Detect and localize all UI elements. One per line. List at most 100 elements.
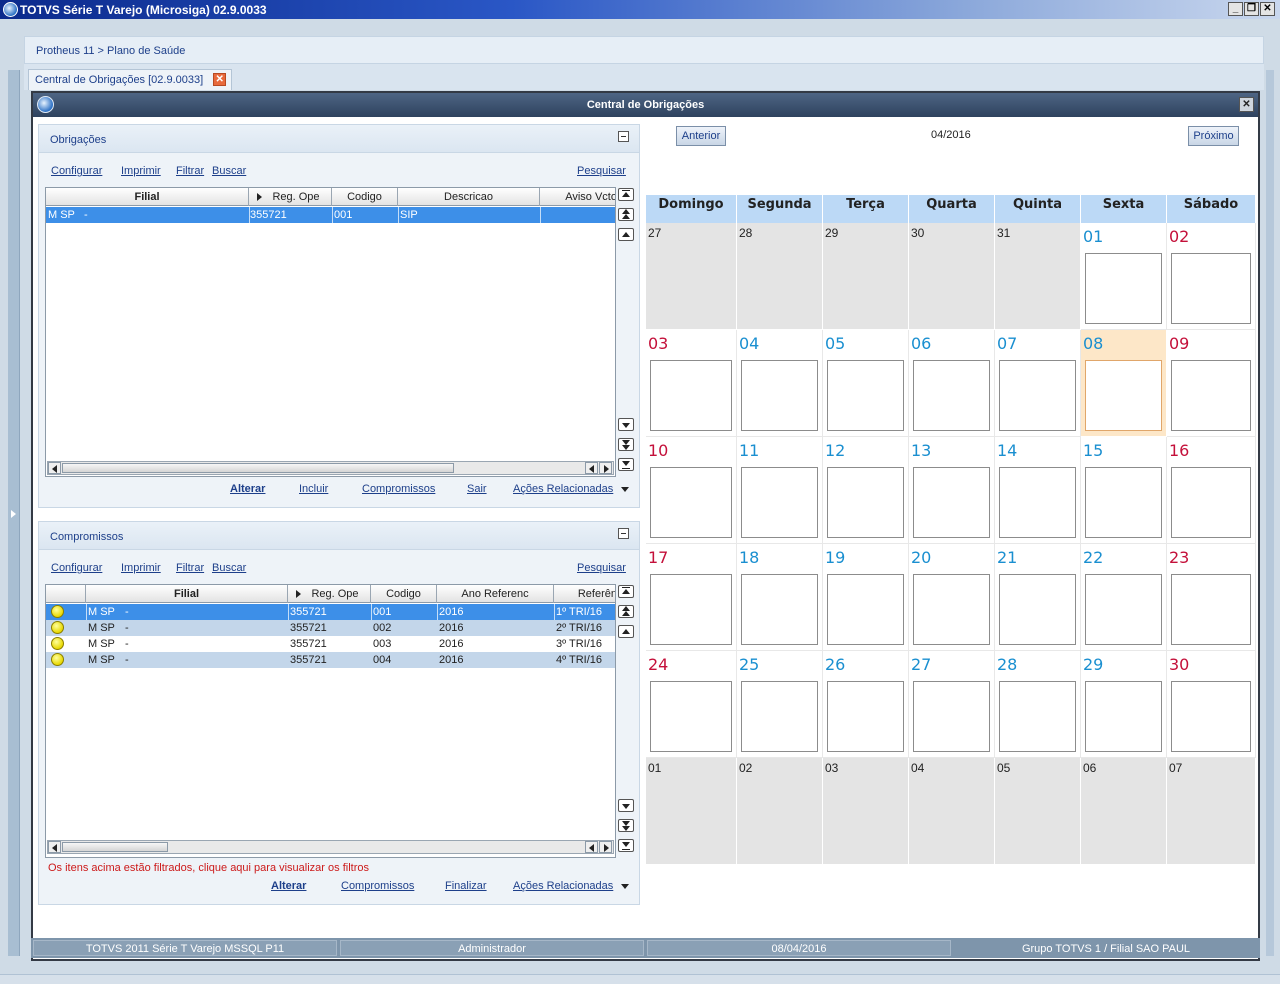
- buscar-link[interactable]: Buscar: [212, 165, 246, 177]
- calendar-day-cell[interactable]: 29: [1081, 651, 1167, 758]
- last-record-button[interactable]: [618, 839, 634, 852]
- dialog-close-button[interactable]: ✕: [1239, 97, 1254, 112]
- calendar-day-cell[interactable]: 21: [995, 544, 1081, 651]
- configurar-link[interactable]: Configurar: [51, 165, 102, 177]
- column-header[interactable]: Filial: [86, 585, 288, 603]
- chevron-down-icon[interactable]: [621, 884, 629, 889]
- day-events-box[interactable]: [1171, 681, 1251, 752]
- calendar-day-cell[interactable]: 03: [823, 758, 909, 865]
- day-events-box[interactable]: [741, 574, 818, 645]
- calendar-day-cell[interactable]: 04: [737, 330, 823, 437]
- table-row[interactable]: M SP - 355721 003 2016 3º TRI/16: [46, 636, 615, 652]
- calendar-day-cell[interactable]: 23: [1167, 544, 1256, 651]
- calendar-day-cell[interactable]: 28: [995, 651, 1081, 758]
- calendar-day-cell[interactable]: 06: [1081, 758, 1167, 865]
- calendar-day-cell[interactable]: 12: [823, 437, 909, 544]
- incluir-button[interactable]: Incluir: [299, 483, 328, 495]
- day-events-box[interactable]: [1171, 253, 1251, 324]
- imprimir-link[interactable]: Imprimir: [121, 562, 161, 574]
- calendar-day-cell[interactable]: 27: [646, 223, 737, 330]
- calendar-day-cell[interactable]: 25: [737, 651, 823, 758]
- day-events-box[interactable]: [741, 467, 818, 538]
- calendar-day-cell[interactable]: 17: [646, 544, 737, 651]
- calendar-day-cell[interactable]: 07: [995, 330, 1081, 437]
- restore-button[interactable]: ❐: [1244, 2, 1259, 16]
- prev-record-button[interactable]: [618, 228, 634, 241]
- day-events-box[interactable]: [999, 467, 1076, 538]
- imprimir-link[interactable]: Imprimir: [121, 165, 161, 177]
- calendar-day-cell[interactable]: 05: [823, 330, 909, 437]
- day-events-box[interactable]: [827, 467, 904, 538]
- column-header[interactable]: Aviso Vcto: [540, 188, 615, 206]
- day-events-box[interactable]: [1171, 574, 1251, 645]
- day-events-box[interactable]: [827, 360, 904, 431]
- calendar-day-cell[interactable]: 05: [995, 758, 1081, 865]
- buscar-link[interactable]: Buscar: [212, 562, 246, 574]
- table-row[interactable]: M SP - 355721 001 SIP: [46, 207, 615, 223]
- day-events-box[interactable]: [1171, 360, 1251, 431]
- breadcrumb[interactable]: Protheus 11 > Plano de Saúde: [36, 45, 185, 57]
- day-events-box[interactable]: [827, 574, 904, 645]
- column-header[interactable]: Referên: [554, 585, 615, 603]
- calendar-day-cell[interactable]: 27: [909, 651, 995, 758]
- calendar-day-cell[interactable]: 01: [646, 758, 737, 865]
- calendar-day-cell[interactable]: 31: [995, 223, 1081, 330]
- day-events-box[interactable]: [999, 360, 1076, 431]
- calendar-day-cell[interactable]: 15: [1081, 437, 1167, 544]
- filtrar-link[interactable]: Filtrar: [176, 562, 204, 574]
- calendar-day-cell[interactable]: 08: [1081, 330, 1167, 437]
- acoes-relacionadas-button[interactable]: Ações Relacionadas: [513, 483, 613, 495]
- calendar-day-cell[interactable]: 22: [1081, 544, 1167, 651]
- calendar-day-cell[interactable]: 11: [737, 437, 823, 544]
- collapse-icon[interactable]: [618, 131, 629, 142]
- table-row[interactable]: M SP - 355721 001 2016 1º TRI/16: [46, 604, 615, 620]
- day-events-box[interactable]: [741, 681, 818, 752]
- day-events-box[interactable]: [1085, 253, 1162, 324]
- proximo-button[interactable]: Próximo: [1188, 126, 1239, 146]
- tab-central-obrigacoes[interactable]: Central de Obrigações [02.9.0033] ✕: [28, 69, 233, 90]
- finalizar-button[interactable]: Finalizar: [445, 880, 487, 892]
- calendar-day-cell[interactable]: 04: [909, 758, 995, 865]
- sair-button[interactable]: Sair: [467, 483, 487, 495]
- calendar-day-cell[interactable]: 29: [823, 223, 909, 330]
- column-header[interactable]: Filial: [46, 188, 249, 206]
- day-events-box[interactable]: [1085, 467, 1162, 538]
- calendar-day-cell[interactable]: 02: [1167, 223, 1256, 330]
- first-record-button[interactable]: [618, 188, 634, 201]
- calendar-day-cell[interactable]: 20: [909, 544, 995, 651]
- day-events-box[interactable]: [913, 574, 990, 645]
- day-events-box[interactable]: [1085, 681, 1162, 752]
- horizontal-scrollbar[interactable]: [47, 461, 614, 475]
- close-window-button[interactable]: ✕: [1260, 2, 1275, 16]
- calendar-day-cell[interactable]: 06: [909, 330, 995, 437]
- scroll-right-button[interactable]: [599, 841, 612, 853]
- minimize-button[interactable]: _: [1228, 2, 1243, 16]
- scroll-left-button[interactable]: [585, 841, 598, 853]
- side-collapse-strip[interactable]: [8, 70, 20, 956]
- day-events-box[interactable]: [650, 681, 732, 752]
- scroll-left-button[interactable]: [48, 841, 61, 853]
- column-header[interactable]: Ano Referenc: [437, 585, 554, 603]
- table-row[interactable]: M SP - 355721 004 2016 4º TRI/16: [46, 652, 615, 668]
- scroll-right-button[interactable]: [599, 462, 612, 474]
- calendar-day-cell[interactable]: 16: [1167, 437, 1256, 544]
- first-record-button[interactable]: [618, 585, 634, 598]
- horizontal-scrollbar[interactable]: [47, 840, 614, 854]
- column-header[interactable]: Descricao: [398, 188, 540, 206]
- day-events-box[interactable]: [827, 681, 904, 752]
- day-events-box[interactable]: [741, 360, 818, 431]
- calendar-day-cell[interactable]: 09: [1167, 330, 1256, 437]
- filtrar-link[interactable]: Filtrar: [176, 165, 204, 177]
- alterar-button[interactable]: Alterar: [230, 483, 265, 495]
- scroll-thumb[interactable]: [62, 463, 454, 473]
- acoes-relacionadas-button[interactable]: Ações Relacionadas: [513, 880, 613, 892]
- day-events-box[interactable]: [999, 681, 1076, 752]
- calendar-day-cell[interactable]: 13: [909, 437, 995, 544]
- day-events-box[interactable]: [650, 467, 732, 538]
- page-up-button[interactable]: [618, 605, 634, 618]
- scroll-thumb[interactable]: [62, 842, 168, 852]
- page-down-button[interactable]: [618, 819, 634, 832]
- chevron-down-icon[interactable]: [621, 487, 629, 492]
- calendar-day-cell[interactable]: 19: [823, 544, 909, 651]
- calendar-day-cell[interactable]: 14: [995, 437, 1081, 544]
